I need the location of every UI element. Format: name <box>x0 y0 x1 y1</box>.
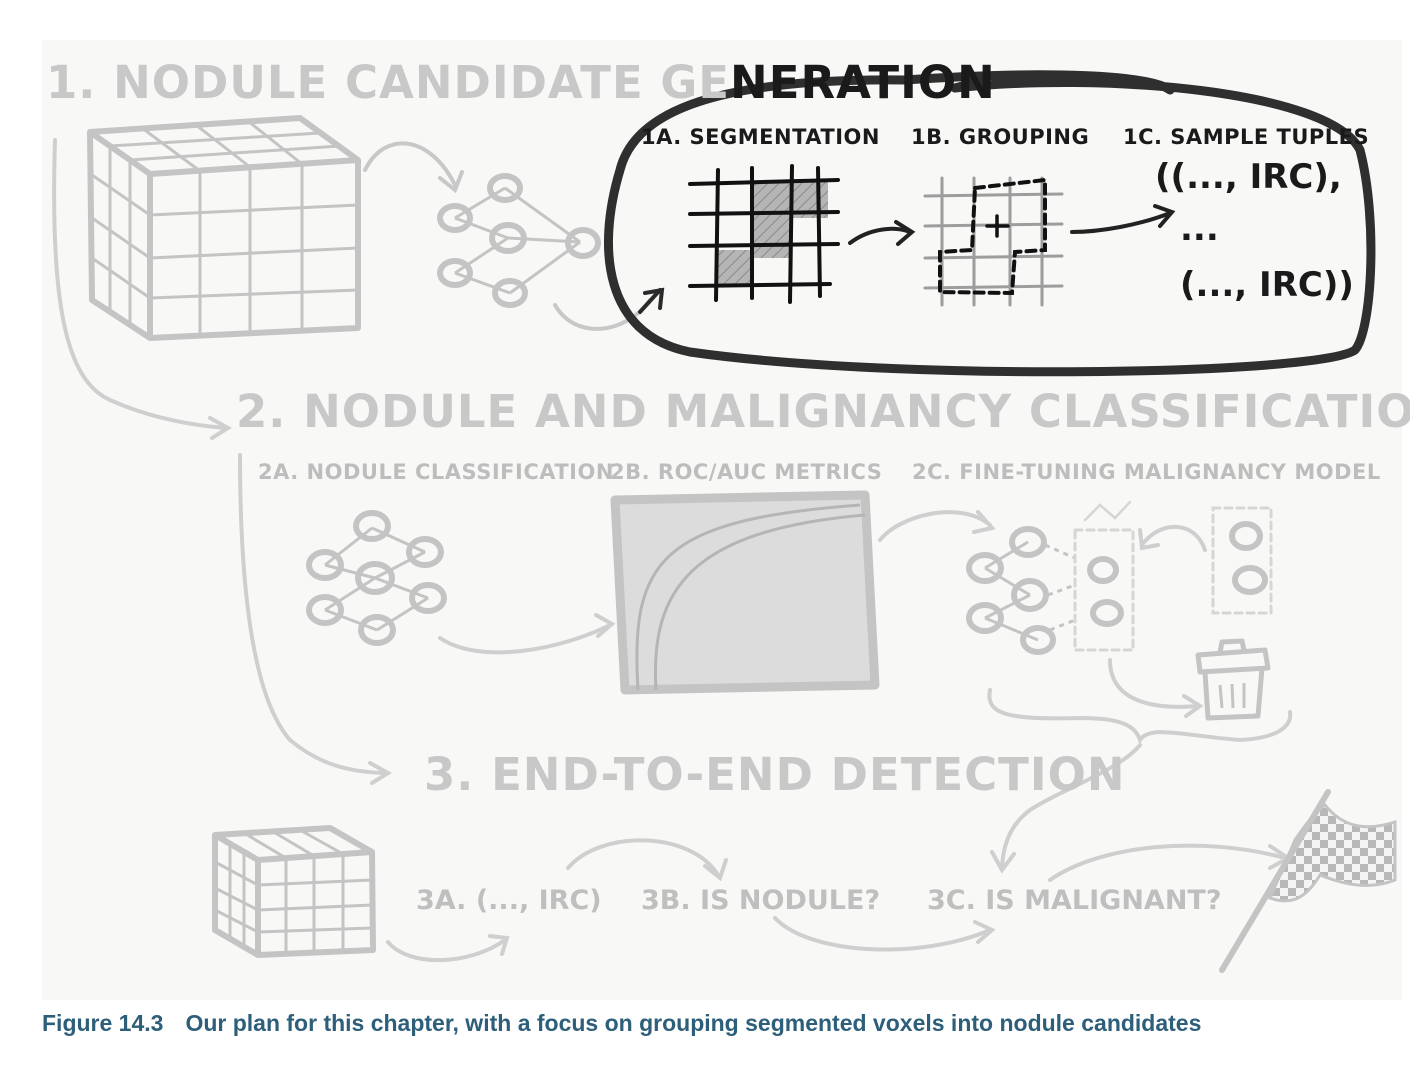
step-3b-label: 3B. IS NODULE? <box>641 885 881 916</box>
segmentation-grid-icon <box>688 164 840 304</box>
caption-text: Our plan for this chapter, with a focus … <box>185 1010 1202 1036</box>
section1-title-focus: NERATION <box>730 56 996 109</box>
neural-net-icon-3 <box>966 526 1076 655</box>
section2-title: 2. NODULE AND MALIGNANCY CLASSIFICATION <box>236 385 1410 438</box>
figure-caption: Figure 14.3 Our plan for this chapter, wi… <box>42 1010 1201 1037</box>
roc-chart-icon <box>610 490 880 695</box>
step-2b-label: 2B. ROC/AUC METRICS <box>610 460 883 484</box>
replaced-head-icon <box>1073 500 1135 652</box>
ct-cube-small <box>212 825 376 958</box>
neural-net-icon-1 <box>437 173 601 308</box>
focus-loop <box>603 70 1376 377</box>
checkered-flag-icon <box>1219 789 1397 973</box>
arrow-net-to-roc <box>438 613 616 655</box>
arrow-new-head-to-model <box>1138 524 1207 552</box>
arrow-3a-to-3b <box>566 838 728 882</box>
arrow-cube-to-3a <box>386 934 510 963</box>
tuple-ellipsis: ... <box>1180 209 1219 249</box>
arrow-roc-to-finetune <box>878 510 996 542</box>
tuple-first: ((..., IRC), <box>1155 157 1342 197</box>
new-head-icon <box>1211 506 1273 615</box>
step-1c-label: 1C. SAMPLE TUPLES <box>1123 125 1370 149</box>
grouping-grid-icon <box>923 176 1064 307</box>
step-1a-label: 1A. SEGMENTATION <box>641 125 880 149</box>
step-2c-label: 2C. FINE-TUNING MALIGNANCY MODEL <box>912 460 1381 484</box>
flow-arrow-1-to-2 <box>52 138 232 440</box>
arrow-3c-to-finish <box>1048 843 1292 882</box>
neural-net-icon-2 <box>306 510 447 646</box>
step-1b-label: 1B. GROUPING <box>911 125 1090 149</box>
arrow-net-to-segmentation <box>553 287 665 331</box>
ct-cube-large <box>87 115 361 341</box>
section1-title-faded: 1. NODULE CANDIDATE GE <box>46 56 731 109</box>
caption-number: Figure 14.3 <box>42 1010 164 1036</box>
arrow-seg-to-group <box>848 220 916 246</box>
step-3c-label: 3C. IS MALIGNANT? <box>927 885 1222 916</box>
step-3a-label: 3A. (..., IRC) <box>416 885 602 916</box>
trash-can-icon <box>1195 638 1271 721</box>
step-2a-label: 2A. NODULE CLASSIFICATION <box>258 460 614 484</box>
section3-title: 3. END-TO-END DETECTION <box>424 748 1126 801</box>
arrow-3b-to-3c <box>773 916 996 952</box>
section1-title: 1. NODULE CANDIDATE GENERATION <box>46 60 996 105</box>
arrow-group-to-tuples <box>1070 204 1176 234</box>
arrow-old-head-to-trash <box>1108 658 1204 718</box>
tuple-last: (..., IRC)) <box>1180 265 1354 305</box>
arrow-cube-to-net-1 <box>363 141 464 194</box>
